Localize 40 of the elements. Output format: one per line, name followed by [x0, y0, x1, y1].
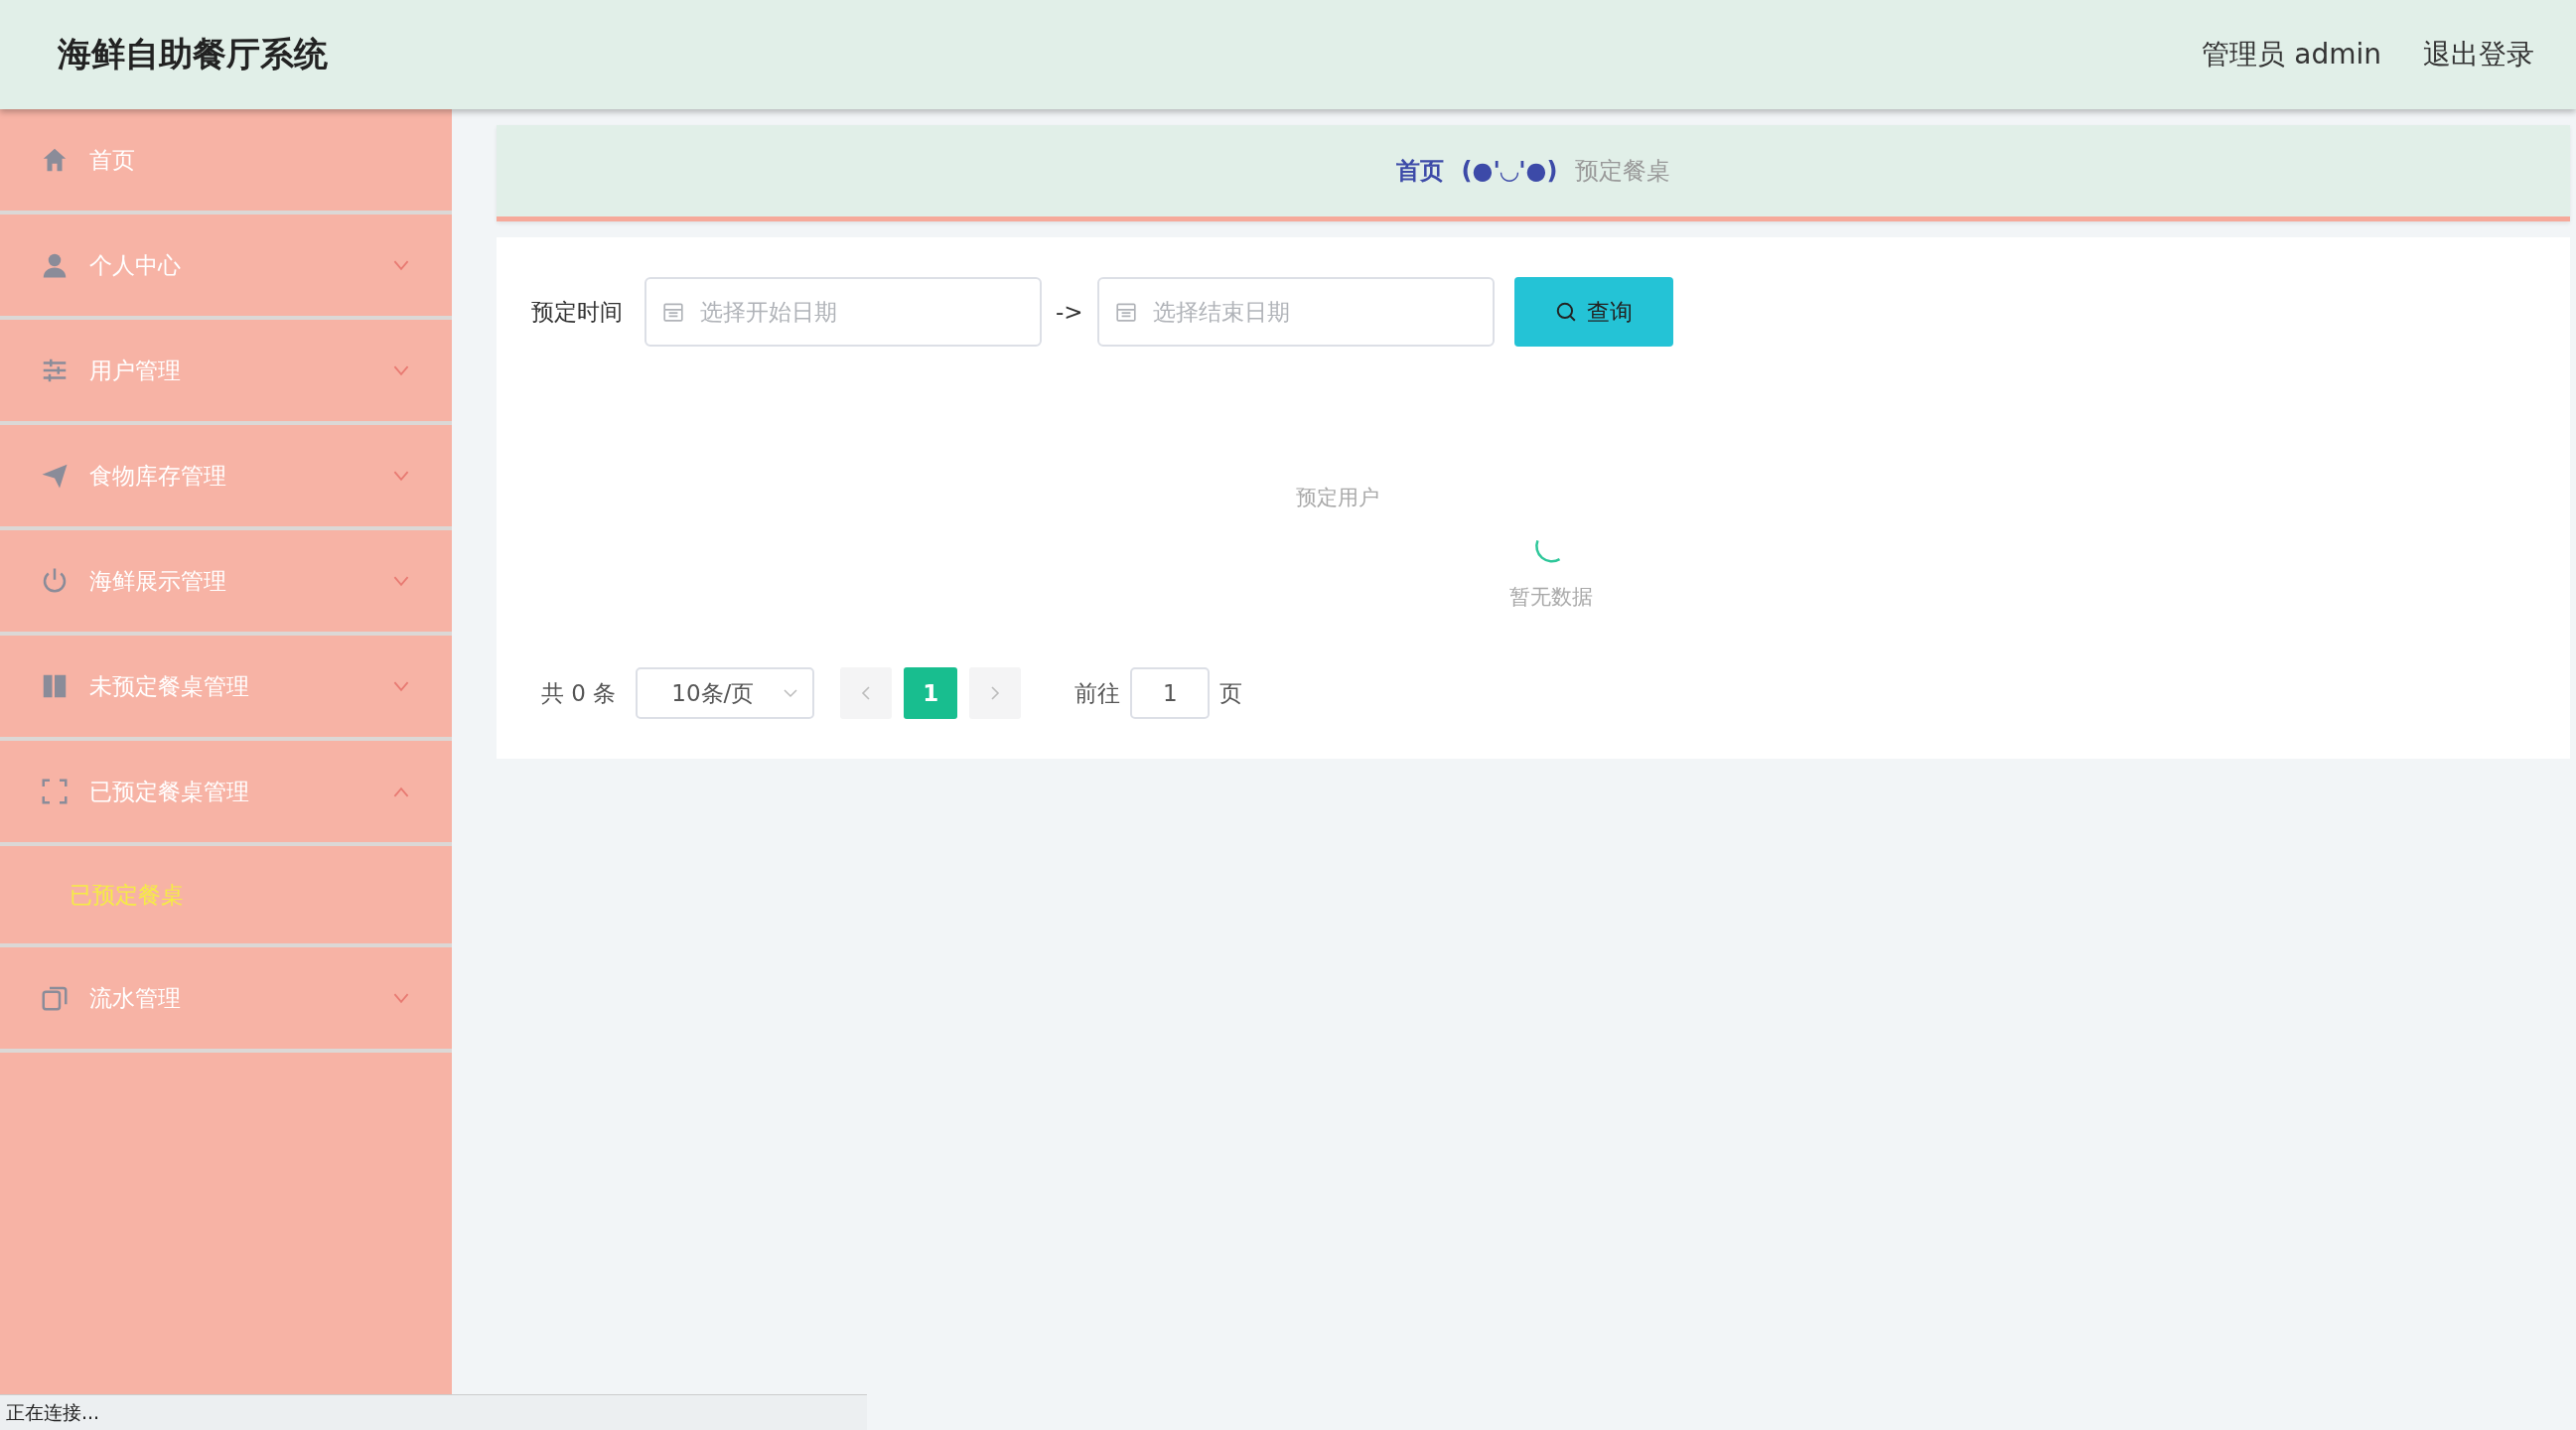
prev-page-button[interactable] — [840, 667, 893, 719]
sidebar-item[interactable]: 用户管理 — [0, 320, 452, 425]
status-bar: 正在连接... — [0, 1394, 867, 1430]
start-date-input[interactable]: 选择开始日期 — [698, 298, 1024, 326]
breadcrumb-home-link[interactable]: 首页 — [1395, 155, 1444, 187]
sidebar-item[interactable]: 流水管理 — [0, 947, 452, 1053]
sidebar-item[interactable]: 海鲜展示管理 — [0, 530, 452, 636]
page-suffix: 页 — [1219, 678, 1243, 708]
sidebar-item[interactable]: 个人中心 — [0, 214, 452, 320]
logout-link[interactable]: 退出登录 — [2423, 36, 2534, 73]
empty-text: 暂无数据 — [1509, 584, 1593, 611]
breadcrumb-separator: (●'◡'●) — [1461, 157, 1558, 185]
sidebar-item[interactable]: 未预定餐桌管理 — [0, 636, 452, 741]
end-date-input[interactable]: 选择结束日期 — [1150, 298, 1477, 326]
date-label: 预定时间 — [531, 297, 623, 327]
start-date-field[interactable]: 选择开始日期 — [644, 277, 1042, 347]
sidebar-item[interactable]: 已预定餐桌管理 — [0, 741, 452, 846]
end-date-field[interactable]: 选择结束日期 — [1096, 277, 1495, 347]
sidebar-item[interactable]: 食物库存管理 — [0, 425, 452, 530]
page-number-button[interactable]: 1 — [904, 667, 958, 719]
range-arrow: -> — [1056, 299, 1083, 325]
page-size-select[interactable]: 10条/页 — [636, 667, 815, 719]
calendar-icon — [1114, 301, 1137, 323]
admin-user-label: 管理员 admin — [2202, 37, 2381, 72]
chevron-left-icon — [861, 685, 872, 701]
caret-icon — [783, 688, 799, 698]
goto-label: 前往 — [1074, 678, 1121, 708]
chevron-right-icon — [990, 685, 1001, 701]
total-count: 共 0 条 — [541, 678, 617, 708]
frame-icon — [40, 777, 70, 806]
next-page-button[interactable] — [969, 667, 1022, 719]
search-icon — [1554, 301, 1577, 323]
query-button[interactable]: 查询 — [1513, 277, 1673, 347]
table-header: 预定用户 — [1296, 485, 1379, 511]
goto-page-field[interactable]: 1 — [1130, 667, 1211, 719]
app-title: 海鲜自助餐厅系统 — [58, 33, 329, 75]
calendar-icon — [662, 301, 684, 323]
sidebar-item[interactable]: 首页 — [0, 109, 452, 214]
sidebar-subitem[interactable]: 已预定餐桌 — [0, 846, 452, 947]
breadcrumb-current: 预定餐桌 — [1575, 156, 1671, 187]
